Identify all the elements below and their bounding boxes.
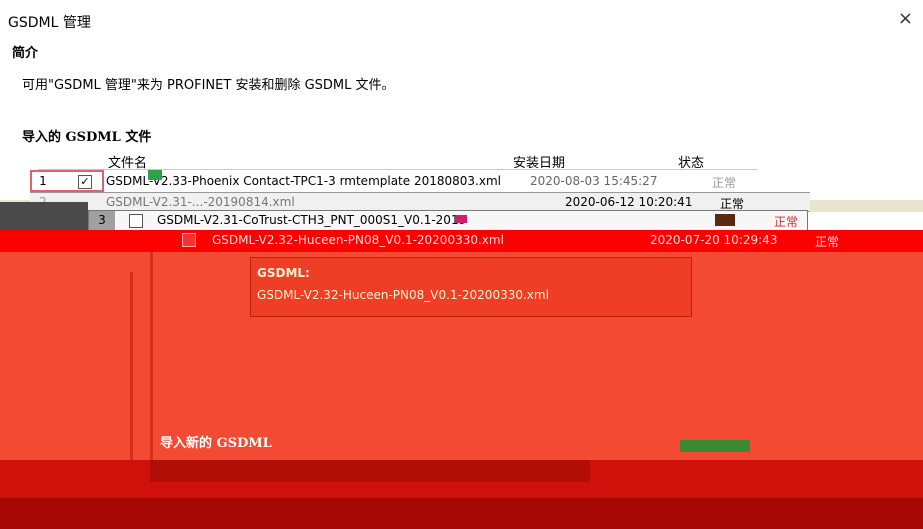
table-header: 文件名 安装日期 状态 xyxy=(38,150,758,171)
gsdml-table: 文件名 安装日期 状态 xyxy=(38,150,758,171)
footer-area xyxy=(0,498,923,529)
render-artifact xyxy=(715,214,735,226)
table-row[interactable]: GSDML-V2.32-Huceen-PN08_V0.1-20200330.xm… xyxy=(0,230,923,252)
row-status: 正常 xyxy=(712,176,737,190)
render-artifact xyxy=(680,440,750,452)
column-header-date[interactable]: 安装日期 xyxy=(513,152,565,171)
row-checkbox[interactable] xyxy=(182,233,196,247)
row-file: GSDML-V2.31-...-20190814.xml xyxy=(106,195,295,209)
imported-files-heading: 导入的 GSDML 文件 xyxy=(22,130,152,145)
divider xyxy=(130,272,133,460)
tooltip-value: GSDML-V2.32-Huceen-PN08_V0.1-20200330.xm… xyxy=(257,288,549,302)
row-date: 2020-06-12 10:20:41 xyxy=(565,195,693,209)
import-section xyxy=(0,460,923,529)
file-tooltip: GSDML: GSDML-V2.32-Huceen-PN08_V0.1-2020… xyxy=(250,257,692,317)
column-header-file[interactable]: 文件名 xyxy=(108,152,147,171)
table-row[interactable]: 1 ✓ GSDML-V2.33-Phoenix Contact-TPC1-3 r… xyxy=(30,170,750,192)
intro-text: 可用"GSDML 管理"来为 PROFINET 安装和删除 GSDML 文件。 xyxy=(22,78,395,93)
row-date: 2020-08-03 15:45:27 xyxy=(530,174,658,188)
row-file: GSDML-V2.33-Phoenix Contact-TPC1-3 rmtem… xyxy=(106,174,501,188)
row-file: GSDML-V2.31-CoTrust-CTH3_PNT_000S1_V0.1-… xyxy=(157,213,467,227)
row-status: 正常 xyxy=(815,235,840,249)
column-header-status[interactable]: 状态 xyxy=(678,152,704,171)
divider xyxy=(150,252,153,460)
title-bar: GSDML 管理 × xyxy=(0,0,923,38)
render-artifact xyxy=(148,170,162,180)
render-artifact xyxy=(455,215,467,223)
table-row[interactable]: 3 GSDML-V2.31-CoTrust-CTH3_PNT_000S1_V0.… xyxy=(88,210,808,232)
render-artifact-dark xyxy=(0,202,88,232)
row-index: 3 xyxy=(89,211,115,231)
source-path-field[interactable] xyxy=(150,460,590,482)
row-checkbox[interactable] xyxy=(129,214,143,228)
window-title: GSDML 管理 xyxy=(8,15,91,31)
import-new-heading: 导入新的 GSDML xyxy=(160,436,272,451)
row-date: 2020-07-20 10:29:43 xyxy=(650,233,778,247)
row-checkbox[interactable]: ✓ xyxy=(78,175,92,189)
row-status: 正常 xyxy=(774,215,799,229)
table-row[interactable]: 2 GSDML-V2.31-...-20190814.xml 2020-06-1… xyxy=(30,192,810,212)
tooltip-label: GSDML: xyxy=(257,266,310,280)
intro-heading: 简介 xyxy=(12,46,39,61)
row-file: GSDML-V2.32-Huceen-PN08_V0.1-20200330.xm… xyxy=(212,233,504,247)
row-index: 1 xyxy=(39,174,47,188)
close-icon[interactable]: × xyxy=(898,10,913,28)
